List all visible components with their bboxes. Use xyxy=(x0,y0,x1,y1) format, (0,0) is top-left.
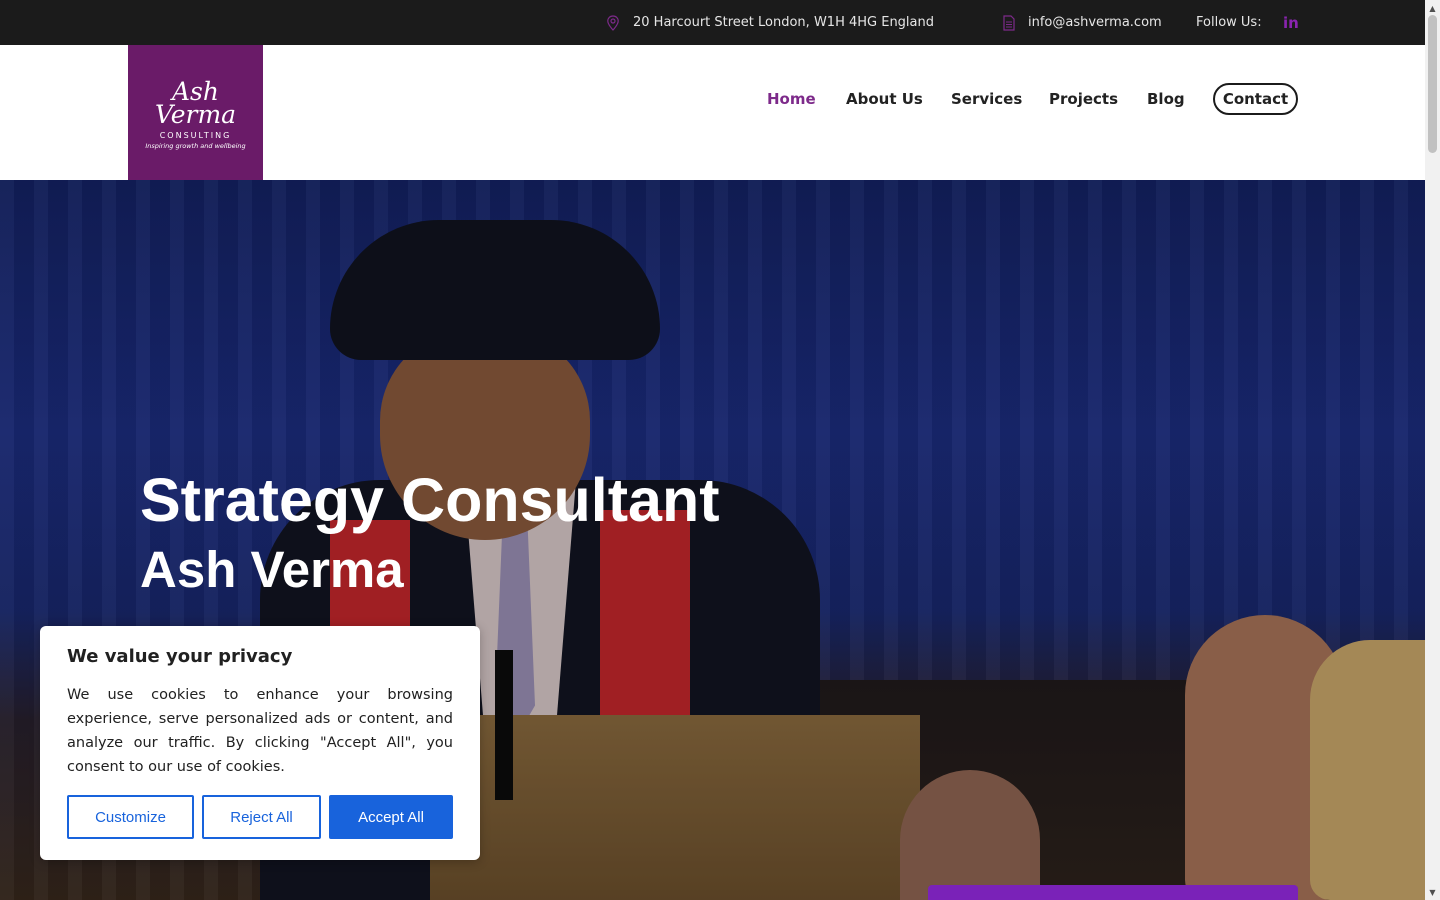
map-pin-icon xyxy=(606,0,620,45)
top-bar: 20 Harcourt Street London, W1H 4HG Engla… xyxy=(0,0,1425,45)
linkedin-icon[interactable]: in xyxy=(1283,0,1299,45)
scroll-up-arrow-icon[interactable]: ▲ xyxy=(1425,1,1440,15)
nav-home[interactable]: Home xyxy=(767,83,816,115)
cookie-consent-banner: We value your privacy We use cookies to … xyxy=(40,626,480,860)
hero-card-edge xyxy=(928,885,1298,900)
follow-us-label: Follow Us: xyxy=(1196,15,1262,30)
logo-tagline: Inspiring growth and wellbeing xyxy=(145,142,246,150)
reject-all-button[interactable]: Reject All xyxy=(202,795,321,839)
hero-subtitle: Ash Verma xyxy=(140,541,404,598)
nav-projects[interactable]: Projects xyxy=(1049,83,1118,115)
cookie-title: We value your privacy xyxy=(67,646,293,667)
page: 20 Harcourt Street London, W1H 4HG Engla… xyxy=(0,0,1425,900)
logo-line-3: CONSULTING xyxy=(159,131,232,140)
scroll-thumb[interactable] xyxy=(1428,15,1437,153)
nav-blog[interactable]: Blog xyxy=(1147,83,1185,115)
nav-about-us[interactable]: About Us xyxy=(846,83,923,115)
nav-services[interactable]: Services xyxy=(951,83,1022,115)
hero-title: Strategy Consultant xyxy=(140,466,720,534)
logo-line-2: Verma xyxy=(154,100,237,129)
email-link[interactable]: info@ashverma.com xyxy=(1028,0,1162,45)
logo[interactable]: Ash Verma CONSULTING Inspiring growth an… xyxy=(128,45,263,180)
customize-button[interactable]: Customize xyxy=(67,795,194,839)
cookie-description: We use cookies to enhance your browsing … xyxy=(67,687,453,775)
page-scrollbar[interactable]: ▲ ▼ xyxy=(1425,0,1440,900)
address-text: 20 Harcourt Street London, W1H 4HG Engla… xyxy=(633,15,934,30)
document-icon xyxy=(1002,0,1016,45)
site-header: Ash Verma CONSULTING Inspiring growth an… xyxy=(0,45,1425,180)
accept-all-button[interactable]: Accept All xyxy=(329,795,453,839)
scroll-down-arrow-icon[interactable]: ▼ xyxy=(1425,885,1440,899)
contact-button[interactable]: Contact xyxy=(1213,83,1298,115)
